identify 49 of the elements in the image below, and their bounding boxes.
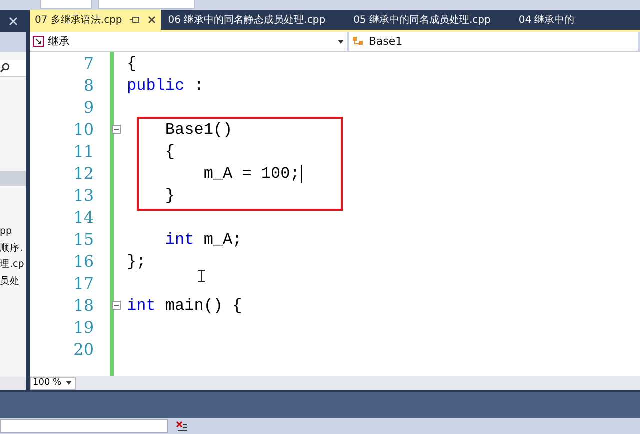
code-editor[interactable]: 7 8 9 10 11 12 13 14 15 16 17 18 19 20 { public : Base1() { m_A = 100; } int m_A; }; int main() { — [30, 52, 640, 376]
file-item[interactable]: 理.cp — [0, 257, 26, 274]
line-number: 13 — [72, 185, 95, 207]
toolbar-field[interactable] — [40, 0, 92, 9]
code-line: }; — [127, 253, 146, 271]
line-number: 12 — [72, 163, 95, 185]
code-line: m_A = 100; — [202, 165, 300, 183]
namespace-icon — [33, 36, 44, 47]
search-field[interactable] — [0, 60, 26, 77]
collapse-icon[interactable] — [112, 125, 121, 134]
file-tab[interactable]: 07 多继承语法.cpp — [30, 10, 162, 30]
caret-icon[interactable] — [338, 40, 344, 44]
class-icon — [352, 36, 365, 47]
line-number: 9 — [82, 97, 95, 119]
code-line: } — [164, 187, 176, 205]
code-line: public : — [127, 77, 204, 95]
code-line: { — [164, 143, 176, 161]
scrollbar[interactable] — [0, 377, 26, 390]
code-line: Base1() — [164, 121, 233, 139]
clear-icon[interactable] — [176, 420, 188, 432]
file-tab[interactable]: 05 继承中的同名成员处理.cpp — [348, 10, 496, 30]
line-number: 10 — [72, 119, 95, 141]
line-number: 19 — [72, 317, 95, 339]
file-item[interactable]: 员处 — [0, 274, 26, 290]
line-number: 15 — [72, 229, 95, 251]
code-line: { — [127, 55, 137, 73]
line-number: 16 — [72, 251, 95, 273]
line-number: 8 — [82, 75, 95, 97]
close-icon[interactable] — [148, 16, 156, 24]
toolbar-field[interactable] — [98, 0, 195, 9]
line-number: 14 — [72, 207, 95, 229]
caret-icon[interactable] — [66, 381, 72, 385]
pin-icon[interactable] — [130, 16, 140, 24]
code-line: int m_A; — [164, 231, 242, 249]
text-select-cursor-icon — [198, 270, 205, 282]
file-tab[interactable]: 04 继承中的 — [514, 10, 580, 30]
file-tab[interactable]: 06 继承中的同名静态成员处理.cpp — [163, 10, 331, 30]
panel-toolbar — [0, 32, 26, 52]
line-number: 11 — [72, 141, 95, 163]
line-number: 20 — [72, 339, 95, 361]
code-line: int main() { — [127, 297, 242, 315]
line-number: 18 — [72, 295, 95, 317]
collapse-icon[interactable] — [112, 301, 121, 310]
search-icon[interactable] — [0, 63, 10, 73]
file-item[interactable]: 顺序. — [0, 240, 26, 257]
file-item[interactable]: pp — [0, 224, 26, 240]
line-number: 7 — [82, 53, 95, 75]
zoom-dropdown[interactable]: 100 % — [30, 376, 76, 390]
line-number: 17 — [72, 273, 95, 295]
